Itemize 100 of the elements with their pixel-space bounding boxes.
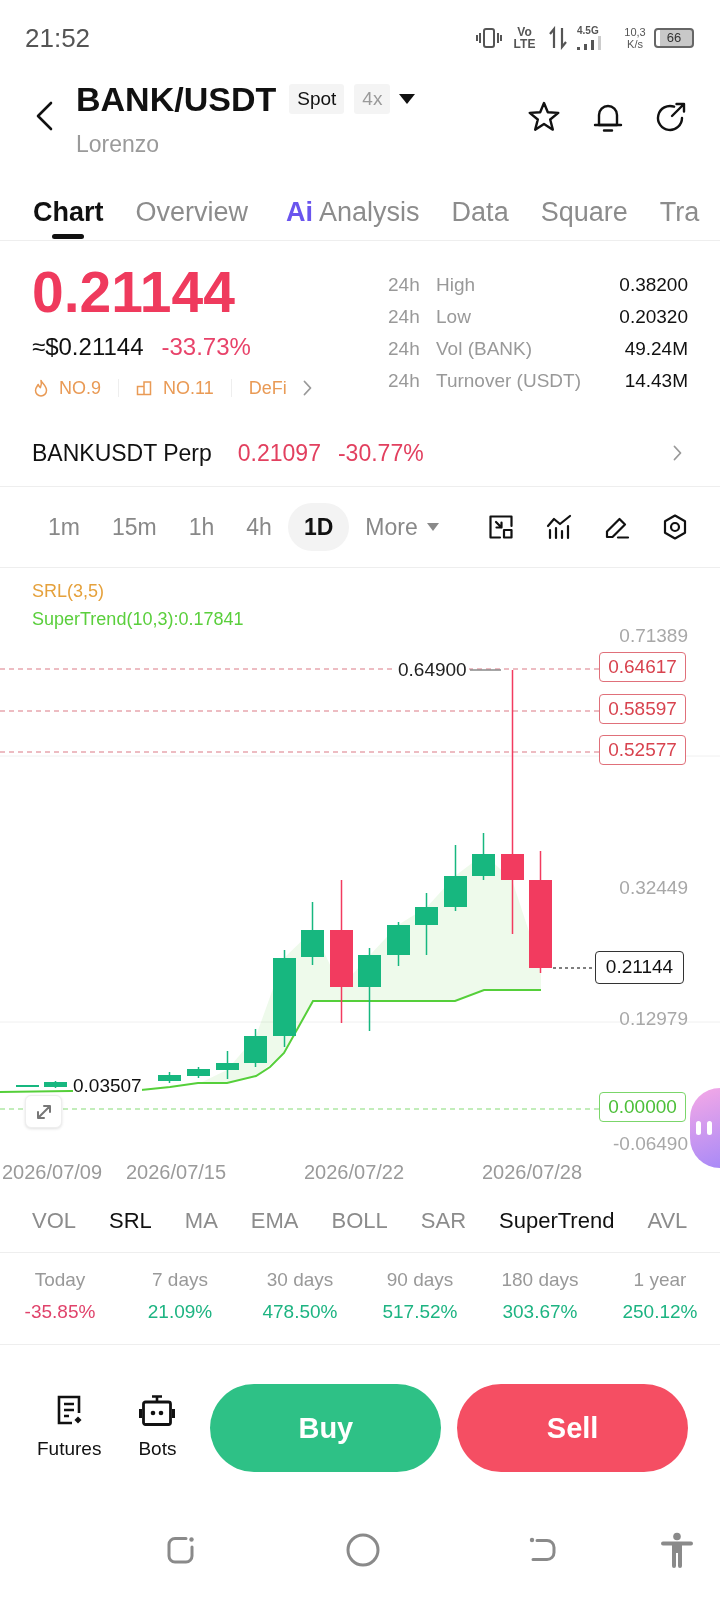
bar-chart-icon [136,380,152,396]
indicator-tab[interactable]: SAR [420,1206,467,1235]
settings-icon[interactable] [662,514,688,540]
indicator-tab[interactable]: AVL [647,1206,688,1235]
change-value: 478.50% [262,1300,338,1324]
price-level-label: 0.64617 [599,652,686,682]
back-icon[interactable] [34,101,54,131]
chevron-right-icon[interactable] [302,380,312,396]
stat-value: 49.24M [624,338,688,360]
change-value: 250.12% [622,1300,698,1324]
time-label: 21:52 [25,22,91,53]
perp-price: 0.21097 [237,439,321,467]
stat-value: 0.20320 [619,306,688,328]
period-label: 7 days [152,1268,208,1292]
last-price-label: 0.21144 [595,951,684,984]
robot-icon [139,1394,176,1426]
timeframe-tab[interactable]: 1h [172,503,231,551]
indicator-tab[interactable]: VOL [32,1206,77,1235]
candlestick [244,1028,267,1068]
leverage-badge: 4x [354,84,391,114]
circle-arrow-icon[interactable] [655,101,687,133]
indicator-tab[interactable]: MA [184,1206,218,1235]
star-icon[interactable] [527,101,561,133]
period-label: Today [34,1268,86,1292]
caret-icon [426,523,439,531]
candlestick [216,1050,239,1080]
network-type-label: Vo LTE [512,25,537,50]
perp-name: BANKUSDT Perp [32,439,212,467]
candlestick [187,1066,210,1079]
timeframe-tab[interactable]: 15m [95,503,173,551]
candlestick [387,921,410,967]
stat-period: 24h [388,370,421,392]
stat-label: Vol (BANK) [436,338,534,360]
expand-button[interactable] [25,1095,62,1128]
period-label: 180 days [501,1268,579,1292]
candlestick [44,1080,67,1089]
timeframe-tab[interactable]: 4h [230,503,288,551]
stat-period: 24h [388,274,421,296]
tag-link[interactable]: NO.11 [163,376,214,400]
price-level-label: 0.58597 [599,694,686,724]
network-generation-label: 4.5G [577,25,599,36]
dropdown-caret-icon[interactable] [399,94,416,104]
indicator-tab[interactable]: EMA [250,1206,299,1235]
flame-icon [34,379,48,397]
home-icon[interactable] [346,1533,380,1567]
price-level-label: 0.52577 [599,735,686,765]
last-price: 0.21144 [32,262,235,322]
recent-apps-icon[interactable] [165,1534,197,1566]
indicator-legend: SuperTrend(10,3):0.17841 [32,605,244,633]
tab[interactable]: Data [451,170,509,240]
pair-title: BANK/USDT [76,82,277,116]
leader-line [469,669,502,671]
chevron-right-icon[interactable] [673,445,682,461]
candlestick [158,1071,181,1084]
usd-price: ≈$0.21144 [32,332,144,362]
battery-indicator: 66 [654,27,694,48]
stat-value: 0.38200 [619,274,688,296]
window-arrow-icon[interactable] [488,514,514,540]
axis-label: -0.06490 [613,1133,688,1155]
assistant-button[interactable] [690,1088,720,1168]
indicator-legend: SRL(3,5) [32,577,105,605]
market-badge: Spot [289,84,345,114]
stat-label: Low [436,306,472,328]
indicator-tab[interactable]: SuperTrend [499,1206,615,1235]
axis-label: 0.12979 [619,1008,688,1030]
sell-button[interactable]: Sell [457,1384,688,1472]
tab[interactable]: Overview [135,170,249,240]
shortcut-button[interactable]: Bots [138,1384,177,1460]
timeframe-tab[interactable]: 1m [32,503,96,551]
period-label: 1 year [633,1268,687,1292]
chart-indicator-icon[interactable] [546,514,572,540]
more-dropdown[interactable]: More [349,503,455,551]
axis-label: 0.32449 [619,877,688,899]
stat-value: 14.43M [624,370,688,392]
accessibility-icon[interactable] [661,1532,693,1568]
date-label: 2026/07/15 [126,1161,227,1183]
tag-link[interactable]: NO.9 [59,376,101,400]
stat-label: Turnover (USDT) [436,370,582,392]
candlestick [472,832,495,881]
date-label: 2026/07/22 [304,1161,405,1183]
change-value: 21.09% [147,1300,213,1324]
tag-link[interactable]: DeFi [248,376,287,400]
date-label: 2026/07/09 [2,1161,103,1183]
axis-label: 0.71389 [619,625,688,647]
tab[interactable]: Ai Analysis [280,170,420,240]
eyes-icon [694,1120,714,1136]
stat-period: 24h [388,306,421,328]
change-value: 303.67% [502,1300,578,1324]
expand-icon [34,1102,53,1121]
data-arrows-icon [549,25,567,50]
indicator-tab[interactable]: SRL [109,1206,152,1235]
tab[interactable]: Tra [659,170,700,240]
timeframe-tab[interactable]: 1D [287,503,350,551]
buy-button[interactable]: Buy [210,1384,442,1472]
tab[interactable]: Square [540,170,628,240]
shortcut-button[interactable]: Futures [37,1384,102,1460]
period-label: 90 days [386,1268,454,1292]
indicator-tab[interactable]: BOLL [331,1206,388,1235]
tab[interactable]: Chart [33,170,104,240]
candlestick [16,1084,39,1088]
